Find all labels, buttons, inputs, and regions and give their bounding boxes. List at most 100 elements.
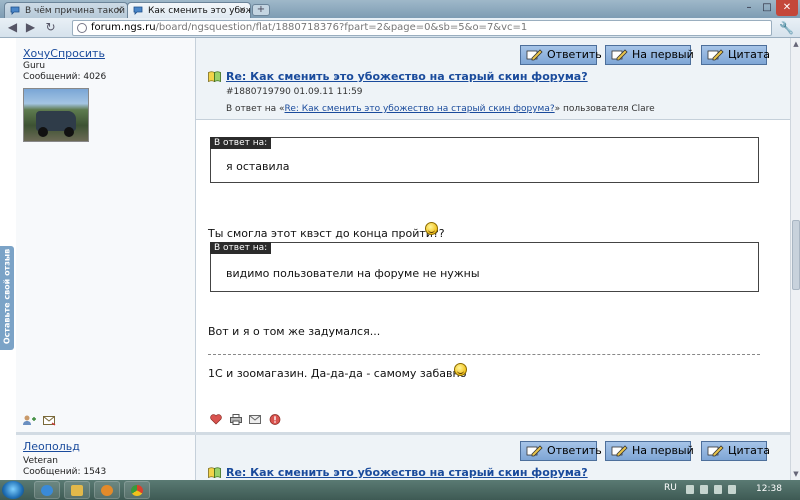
close-window-button[interactable]: ✕ bbox=[776, 0, 798, 16]
author-avatar bbox=[23, 88, 89, 142]
email-post-icon[interactable] bbox=[249, 414, 261, 425]
laughing-smiley-icon bbox=[454, 363, 467, 376]
quote-button-label: Цитата bbox=[728, 444, 770, 457]
post-title-link[interactable]: Re: Как сменить это убожество на старый … bbox=[226, 466, 588, 479]
close-tab-icon[interactable]: ✕ bbox=[238, 3, 246, 18]
author-name-link[interactable]: Леопольд bbox=[23, 440, 80, 453]
reply-prefix: В ответ на « bbox=[226, 104, 285, 114]
reload-icon[interactable]: ↻ bbox=[42, 19, 59, 36]
keyboard-language-indicator[interactable]: RU bbox=[664, 483, 677, 493]
quote-label: В ответ на: bbox=[210, 242, 272, 254]
report-alert-icon[interactable] bbox=[269, 414, 281, 425]
to-first-pencil-icon bbox=[611, 445, 628, 457]
network-icon[interactable] bbox=[700, 485, 708, 494]
private-message-icon[interactable] bbox=[43, 415, 56, 426]
feedback-tab[interactable]: Оставьте свой отзыв bbox=[0, 246, 14, 350]
address-bar[interactable]: forum.ngs.ru/board/ngsquestion/flat/1880… bbox=[72, 20, 772, 36]
windows-taskbar: RU 12:38 bbox=[0, 480, 800, 500]
folder-icon bbox=[71, 485, 83, 496]
tray-up-arrow-icon[interactable] bbox=[686, 485, 694, 494]
back-arrow-icon[interactable]: ◀ bbox=[4, 19, 21, 36]
open-book-icon bbox=[208, 467, 221, 478]
new-tab-button[interactable]: + bbox=[252, 4, 270, 16]
reply-pencil-icon bbox=[526, 445, 543, 457]
post-signature: 1С и зоомагазин. Да-да-да - самому забав… bbox=[208, 367, 467, 380]
avatar-wheel-shape bbox=[38, 127, 48, 137]
reply-pencil-icon bbox=[526, 49, 543, 61]
to-first-button-label: На первый bbox=[632, 444, 694, 457]
taskbar-ie[interactable] bbox=[34, 481, 60, 499]
media-player-icon bbox=[101, 485, 113, 496]
browser-tab-bar: В чём причина такой бес... ✕ Как сменить… bbox=[0, 0, 800, 18]
quote-block: В ответ на: я оставила bbox=[210, 137, 759, 183]
reply-button[interactable]: Ответить bbox=[520, 45, 602, 65]
signature-divider bbox=[208, 354, 760, 355]
quote-text: видимо пользователи на форуме не нужны bbox=[226, 267, 480, 280]
browser-tab-1-label: В чём причина такой бес... bbox=[25, 6, 127, 16]
reply-button[interactable]: Ответить bbox=[520, 441, 602, 461]
post-separator bbox=[16, 432, 790, 435]
start-button[interactable] bbox=[2, 481, 24, 499]
to-first-button-label: На первый bbox=[632, 48, 694, 61]
browser-tab-2-label: Как сменить это убожеств... bbox=[148, 6, 250, 16]
post-id-date: #1880719790 01.09.11 11:59 bbox=[226, 87, 363, 97]
browser-toolbar: ◀ ▶ ↻ forum.ngs.ru/board/ngsquestion/fla… bbox=[0, 18, 800, 38]
quote-button[interactable]: Цитата bbox=[701, 441, 770, 461]
like-heart-icon[interactable] bbox=[210, 414, 222, 425]
forum-favicon-icon bbox=[133, 6, 143, 15]
add-friend-icon[interactable] bbox=[23, 415, 36, 426]
scroll-down-arrow-icon[interactable]: ▼ bbox=[792, 470, 800, 478]
minimize-button[interactable]: – bbox=[740, 0, 758, 16]
avatar-wheel-shape bbox=[64, 127, 74, 137]
post-text: Ты смогла этот квэст до конца пройти?? bbox=[208, 227, 445, 240]
forum-page: ХочуСпросить Guru Сообщений: 4026 Леопол… bbox=[0, 38, 790, 480]
browser-tab-1[interactable]: В чём причина такой бес... ✕ bbox=[4, 2, 128, 18]
wrench-menu-icon[interactable]: 🔧 bbox=[778, 20, 795, 36]
quote-button-label: Цитата bbox=[728, 48, 770, 61]
to-first-button[interactable]: На первый bbox=[605, 45, 694, 65]
internet-explorer-icon bbox=[41, 485, 53, 496]
to-first-button[interactable]: На первый bbox=[605, 441, 694, 461]
quote-pencil-icon bbox=[707, 445, 724, 457]
in-reply-to-line: В ответ на «Re: Как сменить это убожеств… bbox=[226, 104, 655, 114]
author-message-count: Сообщений: 4026 bbox=[23, 72, 107, 82]
clock[interactable]: 12:38 bbox=[756, 484, 782, 494]
url-host: forum.ngs.ru bbox=[91, 22, 156, 33]
quote-text: я оставила bbox=[226, 160, 290, 173]
post-content-column: Ответить На первый Цитата Re: Как сменит… bbox=[196, 38, 790, 480]
forum-favicon-icon bbox=[10, 6, 20, 15]
post-title-link[interactable]: Re: Как сменить это убожество на старый … bbox=[226, 70, 588, 83]
chrome-icon bbox=[131, 485, 143, 496]
close-tab-icon[interactable]: ✕ bbox=[115, 3, 123, 18]
author-rank: Veteran bbox=[23, 456, 58, 466]
post-author-column: ХочуСпросить Guru Сообщений: 4026 Леопол… bbox=[16, 38, 196, 480]
print-icon[interactable] bbox=[230, 414, 242, 425]
smiley-icon bbox=[425, 222, 438, 235]
quote-pencil-icon bbox=[707, 49, 724, 61]
author-rank: Guru bbox=[23, 61, 46, 71]
taskbar-media-player[interactable] bbox=[94, 481, 120, 499]
to-first-pencil-icon bbox=[611, 49, 628, 61]
forward-arrow-icon[interactable]: ▶ bbox=[22, 19, 39, 36]
vertical-scrollbar[interactable]: ▲ ▼ bbox=[790, 38, 800, 480]
power-icon[interactable] bbox=[728, 485, 736, 494]
globe-icon bbox=[77, 23, 87, 33]
feedback-tab-label: Оставьте свой отзыв bbox=[2, 248, 12, 345]
scroll-up-arrow-icon[interactable]: ▲ bbox=[792, 40, 800, 48]
maximize-button[interactable]: □ bbox=[758, 0, 776, 16]
taskbar-chrome[interactable] bbox=[124, 481, 150, 499]
volume-icon[interactable] bbox=[714, 485, 722, 494]
quote-label: В ответ на: bbox=[210, 137, 272, 149]
taskbar-explorer[interactable] bbox=[64, 481, 90, 499]
post-text: Вот и я о том же задумался... bbox=[208, 325, 381, 338]
reply-to-post-link[interactable]: Re: Как сменить это убожество на старый … bbox=[285, 104, 555, 114]
reply-button-label: Ответить bbox=[547, 48, 602, 61]
browser-tab-2[interactable]: Как сменить это убожеств... ✕ bbox=[127, 2, 251, 18]
reply-suffix: » пользователя Clare bbox=[554, 104, 655, 114]
quote-block: В ответ на: видимо пользователи на форум… bbox=[210, 242, 759, 292]
scrollbar-thumb[interactable] bbox=[792, 220, 800, 290]
url-path: /board/ngsquestion/flat/1880718376?fpart… bbox=[155, 22, 528, 33]
reply-button-label: Ответить bbox=[547, 444, 602, 457]
quote-button[interactable]: Цитата bbox=[701, 45, 770, 65]
author-name-link[interactable]: ХочуСпросить bbox=[23, 47, 105, 60]
